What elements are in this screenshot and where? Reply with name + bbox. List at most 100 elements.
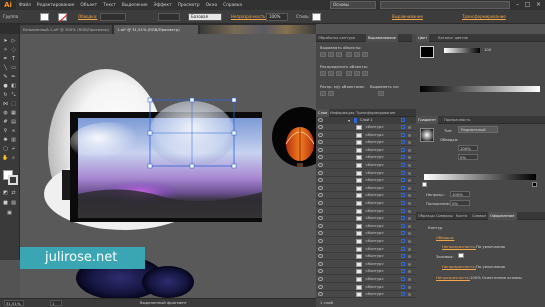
tab-color-guide[interactable]: Каталог цветов: [436, 34, 470, 42]
layer-target-icon[interactable]: [401, 231, 405, 236]
eye-icon[interactable]: [318, 201, 323, 205]
selection-indicator-icon[interactable]: [408, 209, 411, 213]
eye-icon[interactable]: [318, 277, 323, 281]
eye-icon[interactable]: [318, 147, 323, 152]
default-colors-icon[interactable]: ◩: [2, 190, 9, 196]
zoom-tool-icon[interactable]: ⌕: [10, 155, 17, 161]
layer-target-icon[interactable]: [401, 269, 405, 274]
gradient-mode-icon[interactable]: ▨: [10, 200, 17, 206]
eye-icon[interactable]: [318, 118, 323, 122]
swap-colors-icon[interactable]: ⇄: [10, 190, 17, 196]
gradient-tool-icon[interactable]: ▤: [10, 119, 17, 125]
width-tool-icon[interactable]: ⋈: [2, 101, 9, 107]
layer-target-icon[interactable]: [401, 292, 405, 297]
gradient-zoom-field[interactable]: 100%: [458, 145, 478, 151]
layer-target-icon[interactable]: [401, 185, 405, 190]
blob-brush-tool-icon[interactable]: ●: [2, 83, 9, 89]
layer-target-icon[interactable]: [401, 277, 405, 281]
paintbrush-tool-icon[interactable]: ✎: [2, 74, 9, 80]
rectangle-tool-icon[interactable]: ▭: [10, 65, 17, 71]
layer-target-icon[interactable]: [401, 254, 405, 259]
menu-edit[interactable]: Редактирование: [34, 3, 78, 8]
gradient-preview[interactable]: [420, 128, 434, 142]
tab-untitled-doc[interactable]: Безымянный-1.ai* @ 300% (RGB/Просмотр): [20, 25, 112, 34]
type-tool-icon[interactable]: T: [10, 56, 17, 62]
layer-target-icon[interactable]: [401, 216, 405, 221]
perspective-grid-tool-icon[interactable]: ▦: [10, 110, 17, 116]
layer-row[interactable]: <Контур>: [316, 147, 416, 154]
align-to-selection-icon[interactable]: [378, 91, 384, 96]
appearance-opacity-link-2[interactable]: Непрозрачность:: [442, 264, 476, 269]
artboard-number-field[interactable]: 1: [50, 300, 62, 306]
eye-icon[interactable]: [318, 140, 323, 145]
layer-row[interactable]: <Контур>: [316, 139, 416, 147]
selection-indicator-icon[interactable]: [408, 232, 411, 236]
align-hcenter-icon[interactable]: [328, 52, 334, 57]
symbol-sprayer-tool-icon[interactable]: ✺: [2, 137, 9, 143]
tab-brushes[interactable]: Кисти: [454, 212, 469, 220]
pencil-tool-icon[interactable]: ✏: [10, 74, 17, 80]
layer-target-icon[interactable]: [401, 223, 405, 228]
selection-indicator-icon[interactable]: [408, 171, 411, 175]
layer-row[interactable]: <Контур>: [316, 246, 416, 253]
eraser-tool-icon[interactable]: ◧: [10, 83, 17, 89]
stroke-link[interactable]: Обводка:: [78, 13, 97, 21]
selection-indicator-icon[interactable]: [408, 270, 411, 274]
layer-row[interactable]: <Контур>: [316, 284, 416, 291]
layer-row[interactable]: <Контур>: [316, 276, 416, 283]
eye-icon[interactable]: [318, 132, 323, 137]
tab-appearance[interactable]: Оформление: [488, 212, 517, 220]
selection-indicator-icon[interactable]: [408, 141, 411, 145]
opacity-link[interactable]: Непрозрачность:: [231, 13, 267, 21]
eye-icon[interactable]: [318, 223, 323, 228]
eye-icon[interactable]: [318, 246, 323, 251]
hand-tool-icon[interactable]: ✋: [2, 155, 9, 161]
layer-row[interactable]: <Контур>: [316, 253, 416, 261]
selection-tool-icon[interactable]: ➤: [2, 38, 9, 44]
layer-row[interactable]: <Контур>: [316, 238, 416, 245]
align-bottom-icon[interactable]: [362, 52, 368, 57]
column-graph-tool-icon[interactable]: ▥: [10, 137, 17, 143]
layer-target-icon[interactable]: [401, 239, 405, 243]
layer-row[interactable]: <Контур>: [316, 291, 416, 299]
tab-align[interactable]: Выравнивание: [366, 34, 398, 42]
tab-glyph[interactable]: Символ: [470, 212, 488, 220]
eye-icon[interactable]: [318, 163, 323, 167]
menu-help[interactable]: Справка: [220, 3, 245, 8]
menu-text[interactable]: Текст: [100, 3, 119, 8]
brush-preset-select[interactable]: Базовая: [188, 13, 222, 21]
layer-target-icon[interactable]: [401, 178, 405, 183]
distribute-bottom-icon[interactable]: [336, 71, 342, 76]
transform-link[interactable]: Трансформирование: [462, 13, 506, 21]
layer-target-icon[interactable]: [401, 261, 405, 266]
eye-icon[interactable]: [318, 254, 323, 259]
layer-row[interactable]: <Контур>: [316, 170, 416, 177]
mesh-tool-icon[interactable]: #: [2, 119, 9, 125]
blend-tool-icon[interactable]: ∞: [10, 128, 17, 134]
appearance-stroke-link[interactable]: Обводка:: [436, 235, 454, 240]
lasso-tool-icon[interactable]: ◌: [10, 47, 17, 53]
tab-transform[interactable]: Трансформирование: [354, 109, 397, 117]
distribute-left-icon[interactable]: [346, 71, 352, 76]
align-link[interactable]: Выравнивание: [392, 13, 423, 21]
selection-indicator-icon[interactable]: [408, 156, 411, 160]
selection-indicator-icon[interactable]: [408, 186, 411, 190]
selection-indicator-icon[interactable]: [408, 133, 411, 137]
selection-indicator-icon[interactable]: [408, 224, 411, 228]
gradient-type-select[interactable]: Радиальный: [458, 126, 498, 133]
layer-target-icon[interactable]: [401, 284, 405, 289]
layer-row[interactable]: <Контур>: [316, 132, 416, 139]
eye-icon[interactable]: [318, 125, 323, 129]
tab-symbols[interactable]: Символы: [434, 212, 455, 220]
eye-icon[interactable]: [318, 261, 323, 266]
layer-row[interactable]: <Контур>: [316, 268, 416, 276]
eye-icon[interactable]: [318, 208, 323, 213]
eye-icon[interactable]: [318, 239, 323, 243]
align-left-icon[interactable]: [320, 52, 326, 57]
selection-indicator-icon[interactable]: [408, 255, 411, 259]
opacity-field[interactable]: 100%: [266, 13, 288, 21]
selection-indicator-icon[interactable]: [408, 164, 411, 167]
menu-window[interactable]: Окно: [203, 3, 220, 8]
color-mode-icon[interactable]: ■: [2, 200, 9, 206]
align-vcenter-icon[interactable]: [354, 52, 360, 57]
